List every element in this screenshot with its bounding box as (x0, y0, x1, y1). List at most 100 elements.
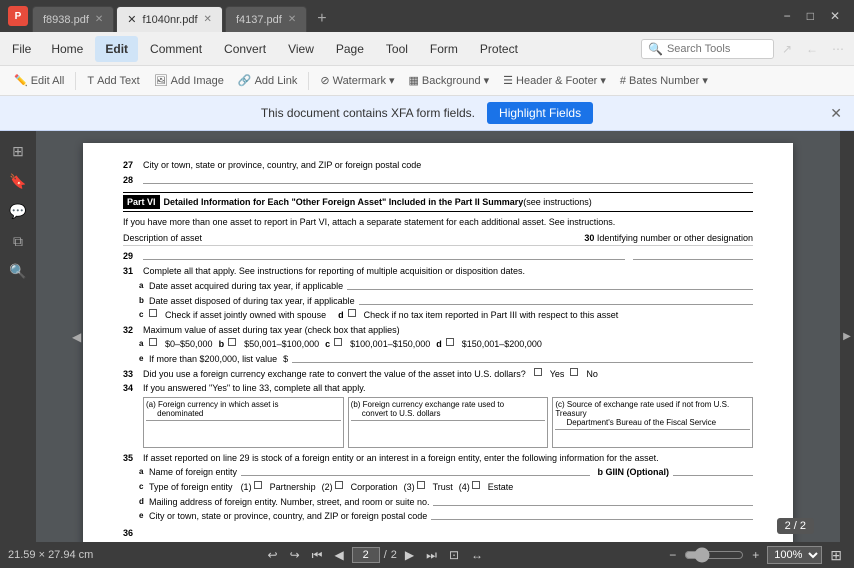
line-35a-row: a Name of foreign entity b GIIN (Optiona… (139, 466, 753, 479)
menu-convert[interactable]: Convert (214, 36, 276, 62)
pages-icon[interactable]: ⊞ (6, 139, 30, 163)
line-34-cols: (a) Foreign currency in which asset is d… (143, 397, 753, 448)
close-button[interactable]: ✕ (824, 5, 846, 27)
add-image-label: Add Image (171, 75, 224, 87)
line-33-text: Did you use a foreign currency exchange … (143, 368, 526, 381)
maximize-button[interactable]: □ (801, 5, 820, 27)
prev-page-button[interactable]: ◀ (330, 546, 347, 564)
add-link-button[interactable]: 🔗 Add Link (232, 71, 304, 90)
tab-f4137[interactable]: f4137.pdf ✕ (225, 6, 307, 32)
tab-f8938[interactable]: f8938.pdf ✕ (32, 6, 114, 32)
add-text-label: Add Text (97, 75, 140, 87)
col1-header: Description of asset (123, 233, 202, 243)
zoom-in-button[interactable]: + (748, 546, 763, 564)
edit-all-button[interactable]: ✏️ Edit All (8, 71, 70, 90)
background-button[interactable]: ▦ Background ▾ (403, 71, 496, 90)
line-32d-label: d (436, 338, 442, 351)
last-page-button[interactable]: ⏭ (422, 546, 441, 565)
search-icon[interactable]: 🔍 (6, 259, 30, 283)
line-33-yes-label: Yes (550, 368, 565, 381)
zoom-out-button[interactable]: − (665, 546, 680, 564)
bates-dropdown-icon: ▾ (702, 74, 708, 87)
line-35d-row: d Mailing address of foreign entity. Num… (139, 496, 753, 509)
watermark-label: Watermark (333, 75, 386, 87)
line-35c-estate: Estate (488, 481, 514, 494)
line-35c-partnership: Partnership (270, 481, 316, 494)
menu-view[interactable]: View (278, 36, 324, 62)
col-c-header: (c) Source of exchange rate used if not … (555, 400, 750, 427)
fit-width-button[interactable]: ↔ (467, 546, 487, 564)
part-vi-title: Detailed Information for Each "Other For… (164, 197, 524, 207)
line-35c4-cb (472, 481, 480, 489)
right-collapse-arrow[interactable]: ▶ (840, 131, 854, 542)
next-page-button[interactable]: ▶ (401, 546, 418, 564)
bates-number-label: Bates Number (629, 75, 699, 87)
document-area[interactable]: ◀ 27 City or town, state or province, co… (36, 131, 840, 542)
page-nav-controls: ↩ ↪ ⏮ ◀ / 2 ▶ ⏭ ⊡ ↔ (264, 546, 487, 565)
rotate-right-button[interactable]: ↪ (286, 546, 304, 564)
menu-comment[interactable]: Comment (140, 36, 212, 62)
asset-header-row: Description of asset 30 Identifying numb… (123, 233, 753, 246)
menu-file[interactable]: File (4, 38, 39, 60)
zoom-select[interactable]: 100% 75% 150% 200% (767, 546, 822, 564)
left-collapse-arrow[interactable]: ◀ (72, 330, 81, 344)
first-page-button[interactable]: ⏮ (308, 546, 327, 565)
page-badge: 2 / 2 (777, 518, 814, 534)
minimize-button[interactable]: − (778, 5, 797, 27)
line-32c-cb (334, 338, 342, 346)
line-31-text: Complete all that apply. See instruction… (143, 265, 525, 278)
line-31a-field (347, 280, 753, 290)
tab-close-2[interactable]: ✕ (204, 14, 212, 25)
menu-edit[interactable]: Edit (95, 36, 138, 62)
layers-icon[interactable]: ⧉ (6, 229, 30, 253)
add-tab-button[interactable]: + (309, 6, 334, 32)
zoom-slider[interactable] (684, 547, 744, 563)
back-button[interactable]: ← (800, 38, 824, 60)
highlight-fields-button[interactable]: Highlight Fields (487, 102, 593, 124)
menu-home[interactable]: Home (41, 36, 93, 62)
tab-close-3[interactable]: ✕ (288, 14, 296, 25)
tab-close-1[interactable]: ✕ (95, 14, 103, 25)
fit-page-button[interactable]: ⊡ (445, 546, 463, 564)
grid-view-button[interactable]: ⊞ (826, 545, 846, 566)
edit-all-label: Edit All (31, 75, 65, 87)
line-31d-label: d (338, 309, 344, 322)
forward-button[interactable]: ⋯ (826, 38, 850, 60)
line-35a-text: Name of foreign entity (149, 466, 237, 479)
search-tools-input[interactable] (667, 43, 767, 55)
search-tools-area: 🔍 (641, 39, 774, 59)
line-35c-row: c Type of foreign entity (1) Partnership… (139, 481, 753, 494)
bates-number-button[interactable]: # Bates Number ▾ (614, 71, 714, 90)
watermark-dropdown-icon: ▾ (389, 74, 395, 87)
add-text-button[interactable]: T Add Text (81, 72, 145, 90)
col-a-header: (a) Foreign currency in which asset is d… (146, 400, 341, 418)
part-vi-see-instructions: (see instructions) (523, 197, 592, 207)
external-link-button[interactable]: ↗ (776, 38, 798, 60)
menu-form[interactable]: Form (420, 36, 468, 62)
line-35e-label: e (139, 510, 147, 521)
line-32e-label: e (139, 353, 147, 364)
add-image-button[interactable]: 🖼 Add Image (148, 71, 230, 90)
header-footer-label: Header & Footer (516, 75, 597, 87)
bottom-bar: 21.59 × 27.94 cm ↩ ↪ ⏮ ◀ / 2 ▶ ⏭ ⊡ ↔ − +… (0, 542, 854, 568)
menu-page[interactable]: Page (326, 36, 374, 62)
add-link-label: Add Link (255, 75, 298, 87)
header-footer-button[interactable]: ☰ Header & Footer ▾ (497, 71, 612, 90)
xfa-close-button[interactable]: ✕ (830, 105, 842, 122)
comment-icon[interactable]: 💬 (6, 199, 30, 223)
header-footer-dropdown-icon: ▾ (600, 74, 606, 87)
line-31c-label: c (139, 309, 147, 320)
tab-f1040nr[interactable]: ✕ f1040nr.pdf ✕ (116, 6, 223, 32)
page-number-input[interactable] (352, 547, 380, 563)
rotate-left-button[interactable]: ↩ (264, 546, 282, 564)
line-35-row: 35 If asset reported on line 29 is stock… (123, 452, 753, 465)
watermark-button[interactable]: ⊘ Watermark ▾ (314, 71, 400, 90)
tab-label-active: f1040nr.pdf (142, 14, 197, 26)
menu-tool[interactable]: Tool (376, 36, 418, 62)
toolbar-sep-2 (308, 72, 309, 90)
line-35b-label: b GIIN (Optional) (598, 466, 670, 479)
watermark-icon: ⊘ (320, 74, 329, 87)
menu-protect[interactable]: Protect (470, 36, 528, 62)
bookmark-icon[interactable]: 🔖 (6, 169, 30, 193)
line-num-35: 35 (123, 452, 143, 465)
